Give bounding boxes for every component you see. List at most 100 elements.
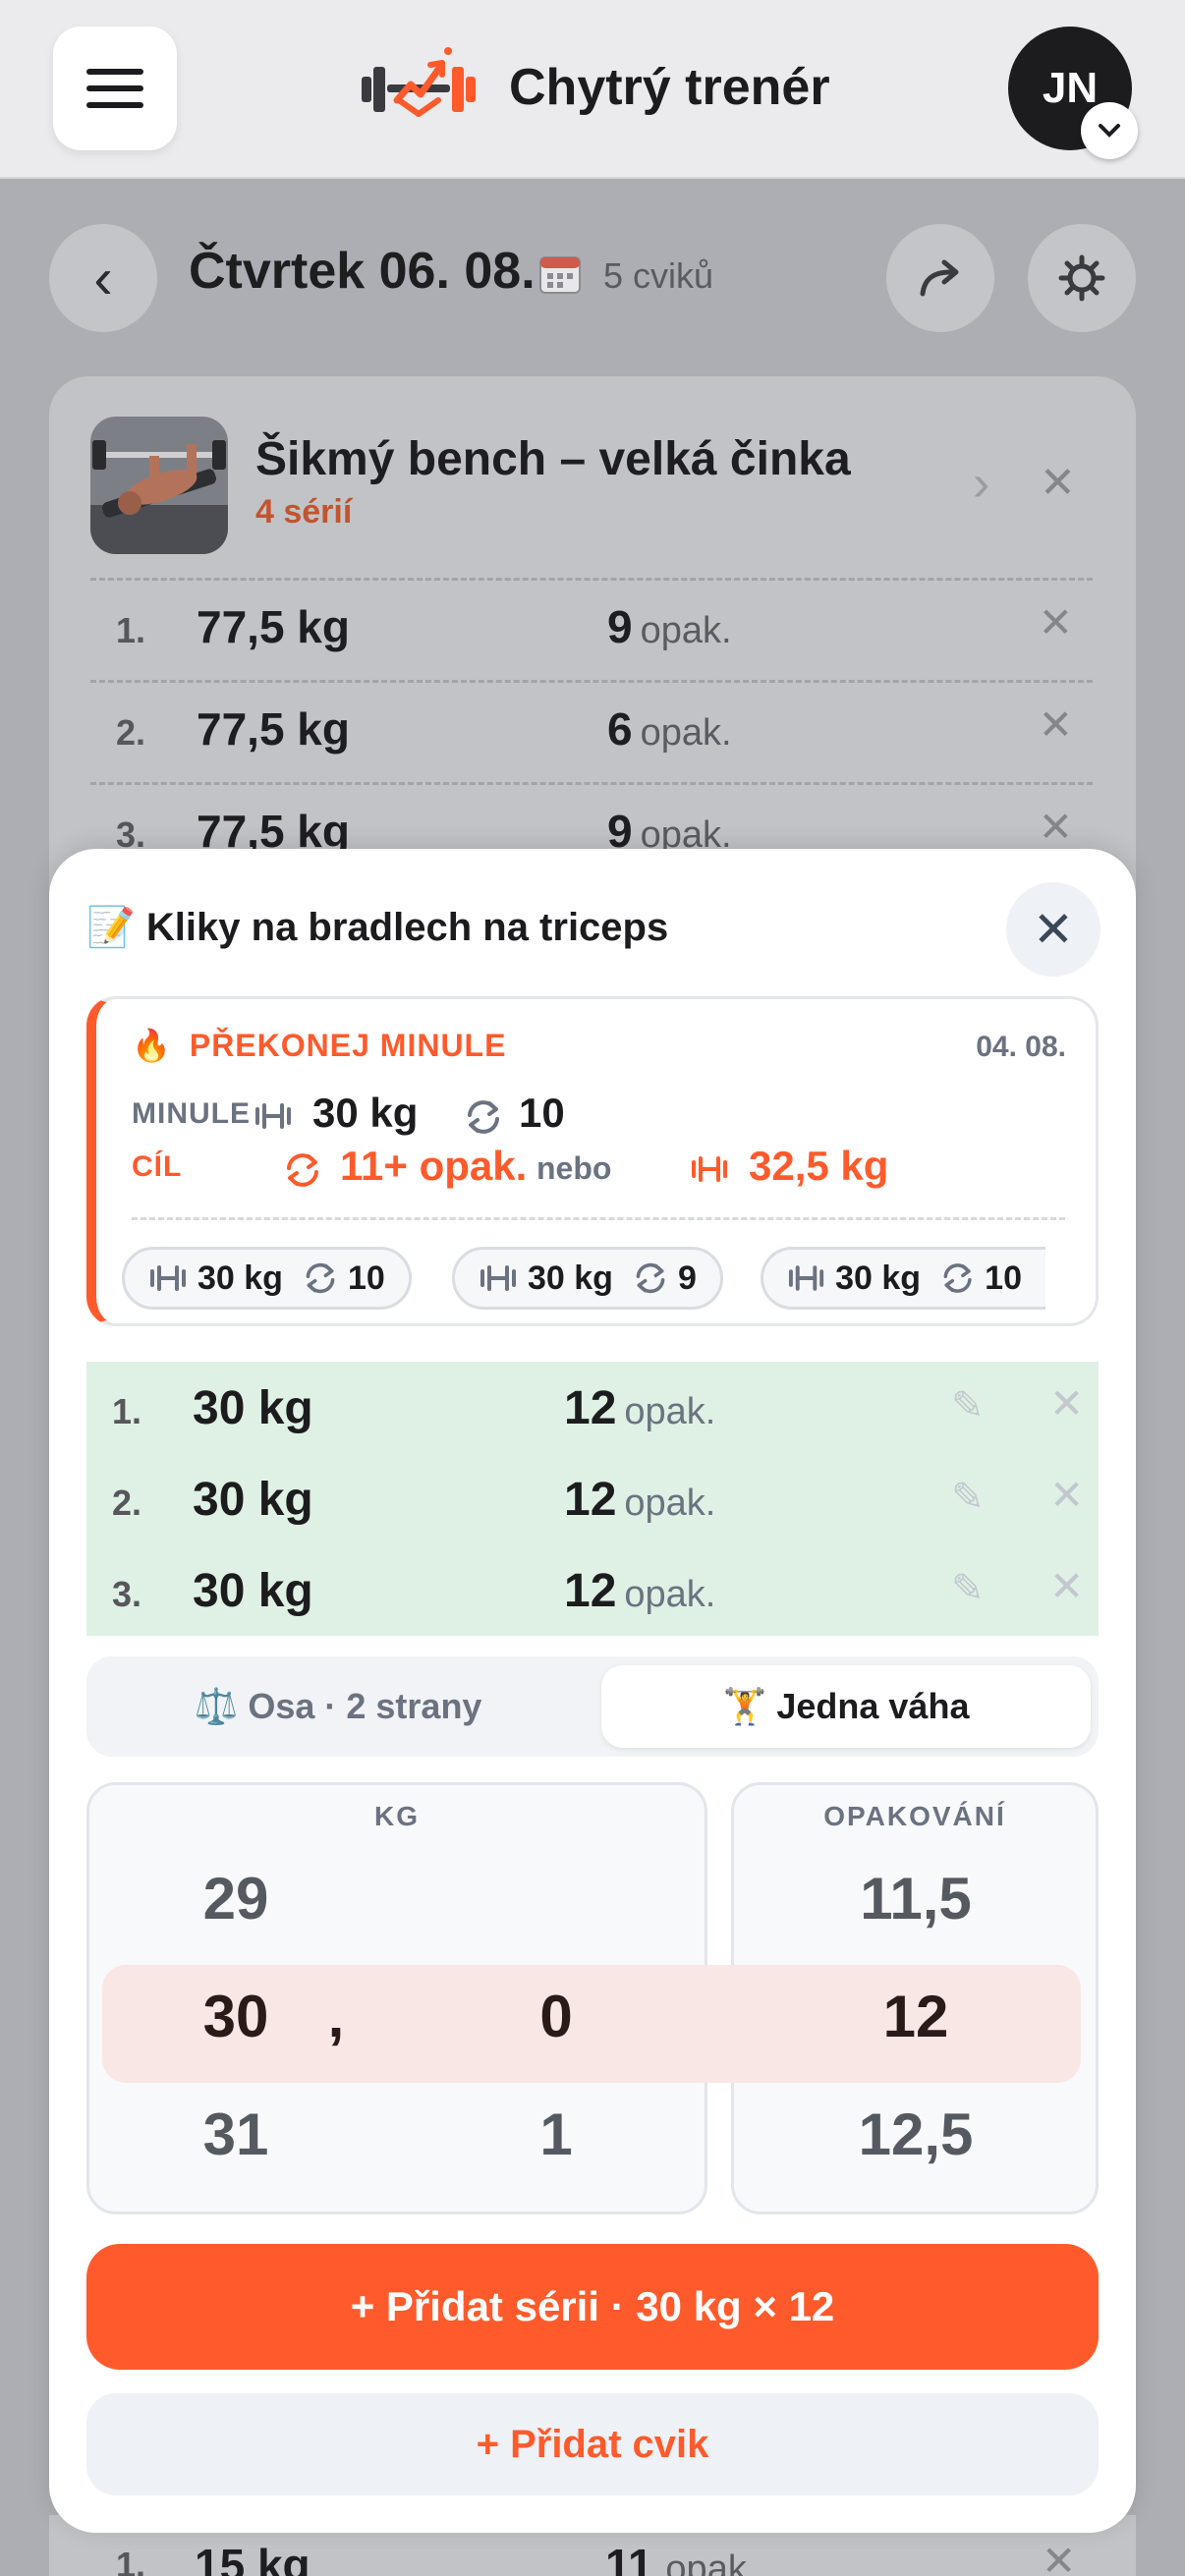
repeat-icon bbox=[306, 1262, 335, 1294]
chip-reps: 9 bbox=[677, 1259, 697, 1297]
set-reps[interactable]: 9 opak. bbox=[607, 600, 732, 653]
kg-decimal-option[interactable]: 1 bbox=[458, 2100, 654, 2168]
delete-set-icon[interactable]: ✕ bbox=[1039, 803, 1073, 851]
exercise-thumbnail bbox=[90, 417, 228, 554]
set-number: 1. bbox=[116, 610, 146, 650]
close-icon: ✕ bbox=[1033, 902, 1074, 957]
add-exercise-button[interactable]: + Přidat cvik bbox=[86, 2393, 1099, 2495]
barbell-icon bbox=[480, 1265, 516, 1291]
back-button[interactable]: ‹ bbox=[49, 224, 157, 332]
set-number: 2. bbox=[112, 1483, 142, 1523]
set-reps[interactable]: 6 opak. bbox=[607, 702, 732, 756]
delete-set-icon[interactable]: ✕ bbox=[1039, 700, 1073, 749]
last-weight: 30 kg bbox=[312, 1090, 419, 1136]
pencil-icon[interactable]: ✎ bbox=[951, 1475, 985, 1520]
kg-option[interactable]: 31 bbox=[138, 2100, 334, 2168]
kg-decimal-option-selected[interactable]: 0 bbox=[458, 1983, 654, 2050]
history-chip[interactable]: 30 kg 10 bbox=[761, 1247, 1045, 1310]
beat-heading: 🔥 PŘEKONEJ MINULE bbox=[132, 1028, 507, 1063]
menu-button[interactable] bbox=[53, 27, 177, 150]
close-button[interactable]: ✕ bbox=[1006, 882, 1100, 977]
day-title: Čtvrtek 06. 08. bbox=[189, 243, 536, 300]
or-label: nebo bbox=[536, 1150, 612, 1186]
exercise-sets-count: 4 sérií bbox=[255, 493, 353, 531]
calendar-icon bbox=[539, 256, 581, 294]
divider bbox=[132, 1217, 1065, 1220]
chip-reps: 10 bbox=[985, 1259, 1022, 1297]
remove-exercise-icon[interactable]: ✕ bbox=[1040, 458, 1076, 508]
beat-last-card: 🔥 PŘEKONEJ MINULE 04. 08. MINULE 30 kg 10… bbox=[86, 996, 1099, 1326]
goal-reps: 11+ opak. bbox=[340, 1143, 528, 1189]
chip-weight: 30 kg bbox=[528, 1259, 613, 1297]
chevron-right-icon[interactable]: › bbox=[973, 454, 989, 513]
kg-picker-label: KG bbox=[374, 1801, 420, 1831]
set-weight: 15 kg bbox=[195, 2540, 310, 2576]
reps-option[interactable]: 12,5 bbox=[818, 2100, 1014, 2168]
fire-icon: 🔥 bbox=[132, 1028, 172, 1063]
delete-set-icon[interactable]: ✕ bbox=[1049, 1379, 1084, 1428]
chip-weight: 30 kg bbox=[198, 1259, 283, 1297]
set-reps[interactable]: 12 opak. bbox=[564, 1473, 715, 1527]
delete-set-icon[interactable]: ✕ bbox=[1049, 1562, 1084, 1610]
brand: Chytrý trenér bbox=[358, 41, 830, 134]
last-reps: 10 bbox=[519, 1090, 565, 1136]
barbell-icon bbox=[692, 1156, 727, 1182]
delete-set-icon[interactable]: ✕ bbox=[1039, 598, 1073, 646]
last-label: MINULE bbox=[132, 1097, 251, 1130]
set-number: 3. bbox=[112, 1574, 142, 1614]
reps-option-selected[interactable]: 12 bbox=[818, 1983, 1014, 2050]
chevron-down-icon[interactable] bbox=[1081, 102, 1138, 159]
decimal-comma: , bbox=[327, 1984, 345, 2049]
set-number: 2. bbox=[116, 712, 146, 753]
chip-weight: 30 kg bbox=[835, 1259, 922, 1297]
settings-button[interactable] bbox=[1028, 224, 1136, 332]
last-date: 04. 08. bbox=[976, 1031, 1066, 1063]
logged-set-row: 1. 30 kg 12 opak. ✎ ✕ bbox=[86, 1362, 1099, 1453]
kg-option[interactable]: 29 bbox=[138, 1865, 334, 1932]
set-weight[interactable]: 30 kg bbox=[193, 1381, 313, 1435]
repeat-icon bbox=[943, 1263, 972, 1293]
add-set-button[interactable]: + Přidat sérii · 30 kg × 12 bbox=[86, 2244, 1099, 2370]
logged-set-row: 2. 30 kg 12 opak. ✎ ✕ bbox=[86, 1453, 1099, 1544]
gear-icon bbox=[1058, 254, 1105, 302]
set-weight[interactable]: 77,5 kg bbox=[197, 702, 350, 756]
dumbbell-logo-icon bbox=[362, 47, 476, 117]
goal-label: CÍL bbox=[132, 1150, 183, 1183]
pencil-icon[interactable]: ✎ bbox=[951, 1566, 985, 1611]
barbell-icon bbox=[150, 1265, 186, 1291]
app-header: Chytrý trenér JN bbox=[0, 0, 1185, 179]
barbell-icon bbox=[788, 1265, 824, 1291]
reps-option[interactable]: 11,5 bbox=[818, 1865, 1014, 1932]
set-weight[interactable]: 77,5 kg bbox=[197, 600, 350, 653]
barbell-icon bbox=[255, 1103, 291, 1129]
exercise-name[interactable]: Šikmý bench – velká činka bbox=[255, 432, 851, 486]
set-number: 1. bbox=[112, 1391, 142, 1431]
app-title: Chytrý trenér bbox=[509, 59, 830, 116]
repeat-icon bbox=[287, 1153, 318, 1187]
set-weight[interactable]: 30 kg bbox=[193, 1564, 313, 1618]
delete-set-icon[interactable]: ✕ bbox=[1049, 1471, 1084, 1519]
chip-reps: 10 bbox=[347, 1259, 385, 1297]
logged-set-row: 3. 30 kg 12 opak. ✎ ✕ bbox=[86, 1544, 1099, 1636]
set-reps: 11 opak. bbox=[605, 2540, 758, 2576]
share-button[interactable] bbox=[886, 224, 994, 332]
goal-weight: 32,5 kg bbox=[749, 1143, 889, 1189]
set-number: 1. bbox=[116, 2545, 146, 2576]
hamburger-icon bbox=[86, 69, 143, 108]
history-chip[interactable]: 30 kg 10 bbox=[122, 1247, 412, 1310]
share-icon bbox=[920, 259, 959, 297]
exercise-sheet: 📝 Kliky na bradlech na triceps ✕ 🔥 PŘEKON… bbox=[49, 849, 1136, 2533]
weight-mode-toggle: ⚖️ Osa · 2 strany 🏋️ Jedna váha bbox=[86, 1656, 1099, 1757]
mode-bar-two-sides[interactable]: ⚖️ Osa · 2 strany bbox=[92, 1665, 584, 1748]
mode-single-weight[interactable]: 🏋️ Jedna váha bbox=[601, 1665, 1091, 1748]
set-row: 2. 77,5 kg 6 opak. ✕ bbox=[90, 680, 1093, 782]
history-chip[interactable]: 30 kg 9 bbox=[452, 1247, 723, 1310]
set-reps[interactable]: 12 opak. bbox=[564, 1381, 715, 1435]
repeat-icon bbox=[468, 1100, 499, 1134]
set-reps[interactable]: 12 opak. bbox=[564, 1564, 715, 1618]
delete-set-icon: ✕ bbox=[1042, 2538, 1077, 2576]
set-row: 1. 77,5 kg 9 opak. ✕ bbox=[90, 578, 1093, 680]
pencil-icon[interactable]: ✎ bbox=[951, 1383, 985, 1428]
reps-picker-label: OPAKOVÁNÍ bbox=[823, 1801, 1006, 1831]
set-weight[interactable]: 30 kg bbox=[193, 1473, 313, 1527]
